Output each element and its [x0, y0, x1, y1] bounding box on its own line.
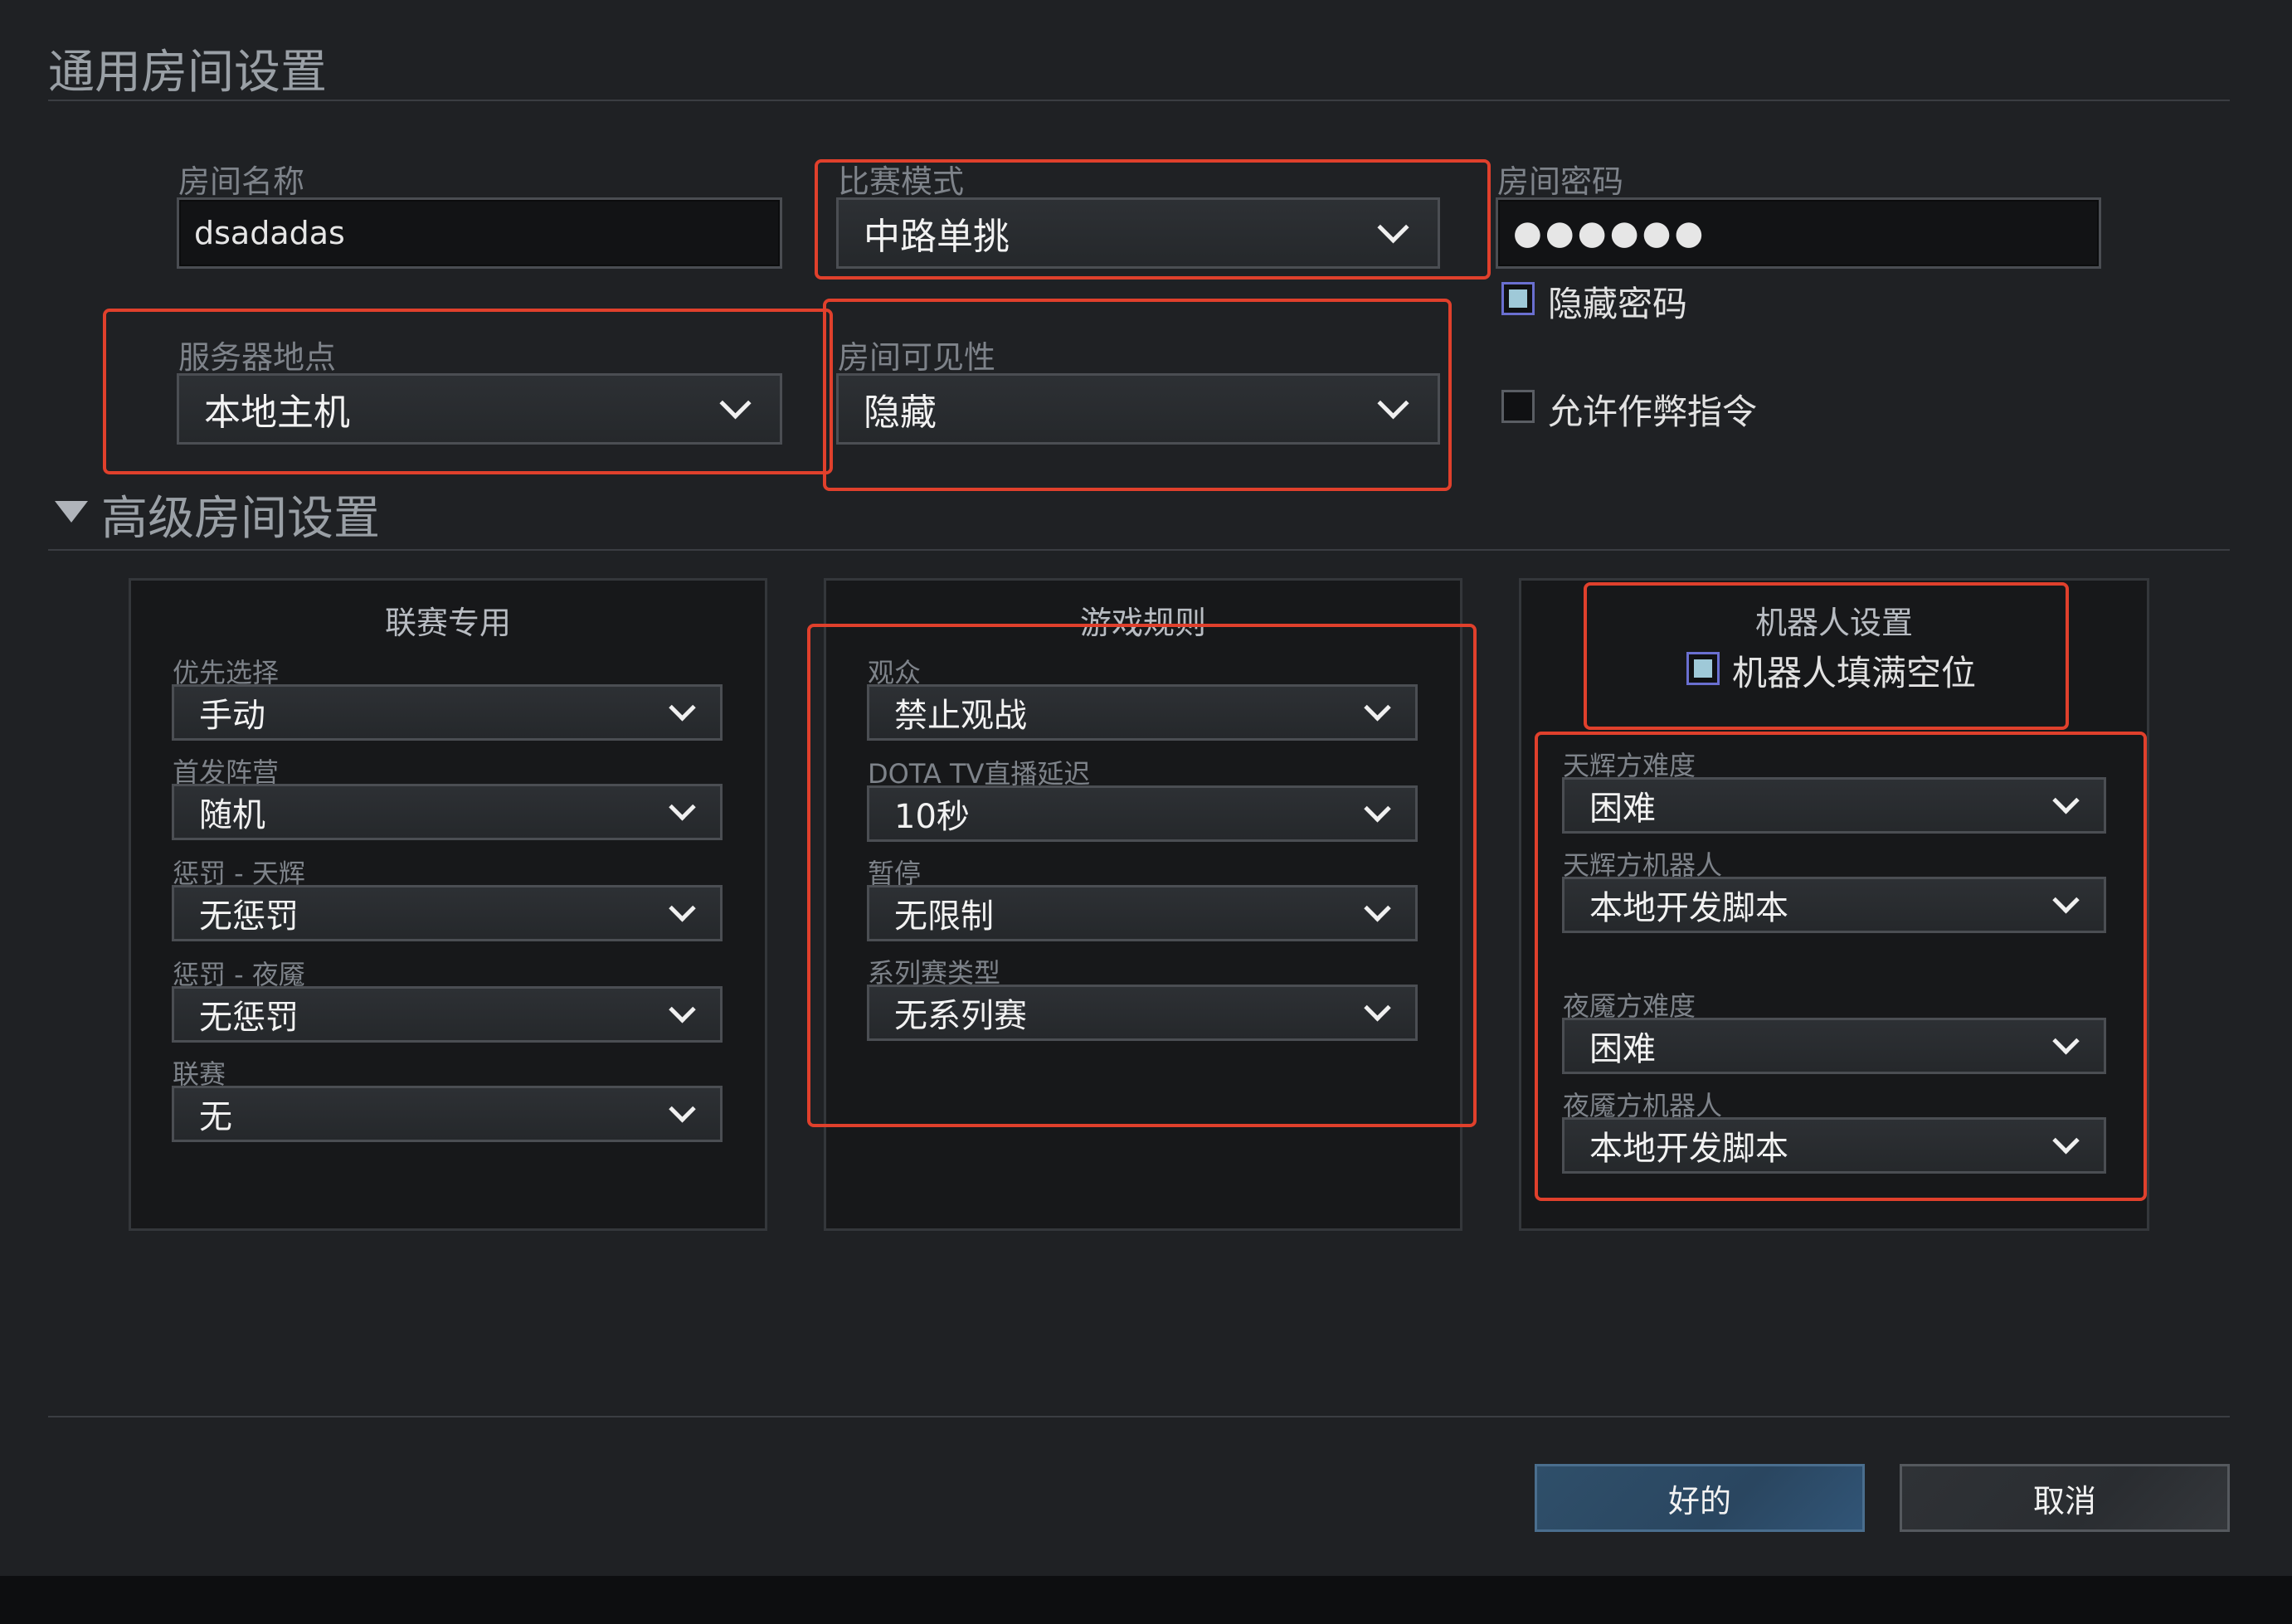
- game-mode-value: 中路单挑: [864, 216, 1010, 258]
- advanced-settings-title: 高级房间设置: [101, 492, 380, 546]
- chevron-down-icon: [669, 693, 696, 722]
- radiant-bot-dropdown[interactable]: 本地开发脚本: [1562, 877, 2106, 933]
- server-location-dropdown[interactable]: 本地主机: [177, 373, 782, 445]
- chevron-down-icon: [1364, 795, 1391, 823]
- chevron-down-icon: [669, 894, 696, 922]
- divider: [48, 549, 2230, 551]
- radiant-bot-value: 本地开发脚本: [1589, 889, 1788, 927]
- bottom-bar: [0, 1576, 2292, 1624]
- pause-value: 无限制: [894, 897, 994, 936]
- room-name-label: 房间名称: [178, 163, 305, 200]
- chevron-down-icon: [2052, 1027, 2080, 1055]
- game-rules-panel-title: 游戏规则: [1079, 605, 1207, 641]
- starting-side-dropdown[interactable]: 随机: [172, 784, 723, 840]
- penalty-radiant-dropdown[interactable]: 无惩罚: [172, 885, 723, 941]
- penalty-dire-value: 无惩罚: [199, 999, 299, 1037]
- pick-priority-dropdown[interactable]: 手动: [172, 684, 723, 741]
- visibility-dropdown[interactable]: 隐藏: [836, 373, 1440, 445]
- dire-difficulty-dropdown[interactable]: 困难: [1562, 1018, 2106, 1074]
- dotatv-delay-dropdown[interactable]: 10秒: [867, 785, 1418, 842]
- fill-bots-label: 机器人填满空位: [1732, 653, 1977, 693]
- chevron-down-icon: [1364, 693, 1391, 722]
- spectators-dropdown[interactable]: 禁止观战: [867, 684, 1418, 741]
- ok-button[interactable]: 好的: [1535, 1464, 1865, 1532]
- series-type-dropdown[interactable]: 无系列赛: [867, 985, 1418, 1041]
- series-type-value: 无系列赛: [894, 997, 1027, 1035]
- chevron-down-icon: [669, 793, 696, 821]
- collapse-triangle-icon[interactable]: [55, 501, 88, 523]
- chevron-down-icon: [669, 1095, 696, 1123]
- pick-priority-value: 手动: [199, 697, 265, 735]
- league-value: 无: [199, 1098, 232, 1136]
- allow-cheats-label: 允许作弊指令: [1548, 391, 1758, 432]
- divider: [48, 1416, 2230, 1417]
- visibility-label: 房间可见性: [838, 339, 996, 376]
- divider: [48, 100, 2230, 101]
- general-settings-title: 通用房间设置: [48, 46, 327, 100]
- hide-password-checkbox[interactable]: [1501, 282, 1535, 315]
- visibility-value: 隐藏: [864, 391, 937, 434]
- cancel-button[interactable]: 取消: [1900, 1464, 2230, 1532]
- chevron-down-icon: [1364, 894, 1391, 922]
- chevron-down-icon: [2052, 786, 2080, 814]
- server-location-label: 服务器地点: [178, 339, 337, 376]
- fill-bots-checkbox[interactable]: [1686, 652, 1720, 685]
- dire-bot-dropdown[interactable]: 本地开发脚本: [1562, 1117, 2106, 1174]
- league-panel-title: 联赛专用: [384, 605, 512, 641]
- bot-settings-panel-title: 机器人设置: [1754, 605, 1914, 641]
- chevron-down-icon: [1364, 994, 1391, 1022]
- room-name-input[interactable]: dsadadas: [177, 197, 782, 269]
- dotatv-delay-value: 10秒: [894, 798, 970, 836]
- server-location-value: 本地主机: [204, 391, 350, 434]
- game-mode-label: 比赛模式: [838, 163, 965, 200]
- chevron-down-icon: [669, 995, 696, 1024]
- dire-difficulty-value: 困难: [1589, 1030, 1656, 1068]
- room-name-value: dsadadas: [194, 215, 345, 251]
- spectators-value: 禁止观战: [894, 697, 1027, 735]
- starting-side-value: 随机: [199, 796, 265, 834]
- radiant-difficulty-value: 困难: [1589, 790, 1656, 828]
- password-input[interactable]: ●●●●●●: [1496, 197, 2101, 269]
- dire-bot-value: 本地开发脚本: [1589, 1130, 1788, 1168]
- pause-dropdown[interactable]: 无限制: [867, 885, 1418, 941]
- chevron-down-icon: [1377, 212, 1409, 244]
- chevron-down-icon: [2052, 1126, 2080, 1155]
- penalty-radiant-value: 无惩罚: [199, 897, 299, 936]
- radiant-difficulty-dropdown[interactable]: 困难: [1562, 777, 2106, 834]
- password-label: 房间密码: [1497, 163, 1624, 200]
- hide-password-label: 隐藏密码: [1548, 284, 1688, 324]
- password-value: ●●●●●●: [1513, 214, 1707, 252]
- allow-cheats-checkbox[interactable]: [1501, 390, 1535, 423]
- chevron-down-icon: [1377, 387, 1409, 420]
- penalty-dire-dropdown[interactable]: 无惩罚: [172, 986, 723, 1043]
- chevron-down-icon: [2052, 886, 2080, 914]
- league-dropdown[interactable]: 无: [172, 1086, 723, 1142]
- chevron-down-icon: [719, 387, 752, 420]
- game-mode-dropdown[interactable]: 中路单挑: [836, 197, 1440, 269]
